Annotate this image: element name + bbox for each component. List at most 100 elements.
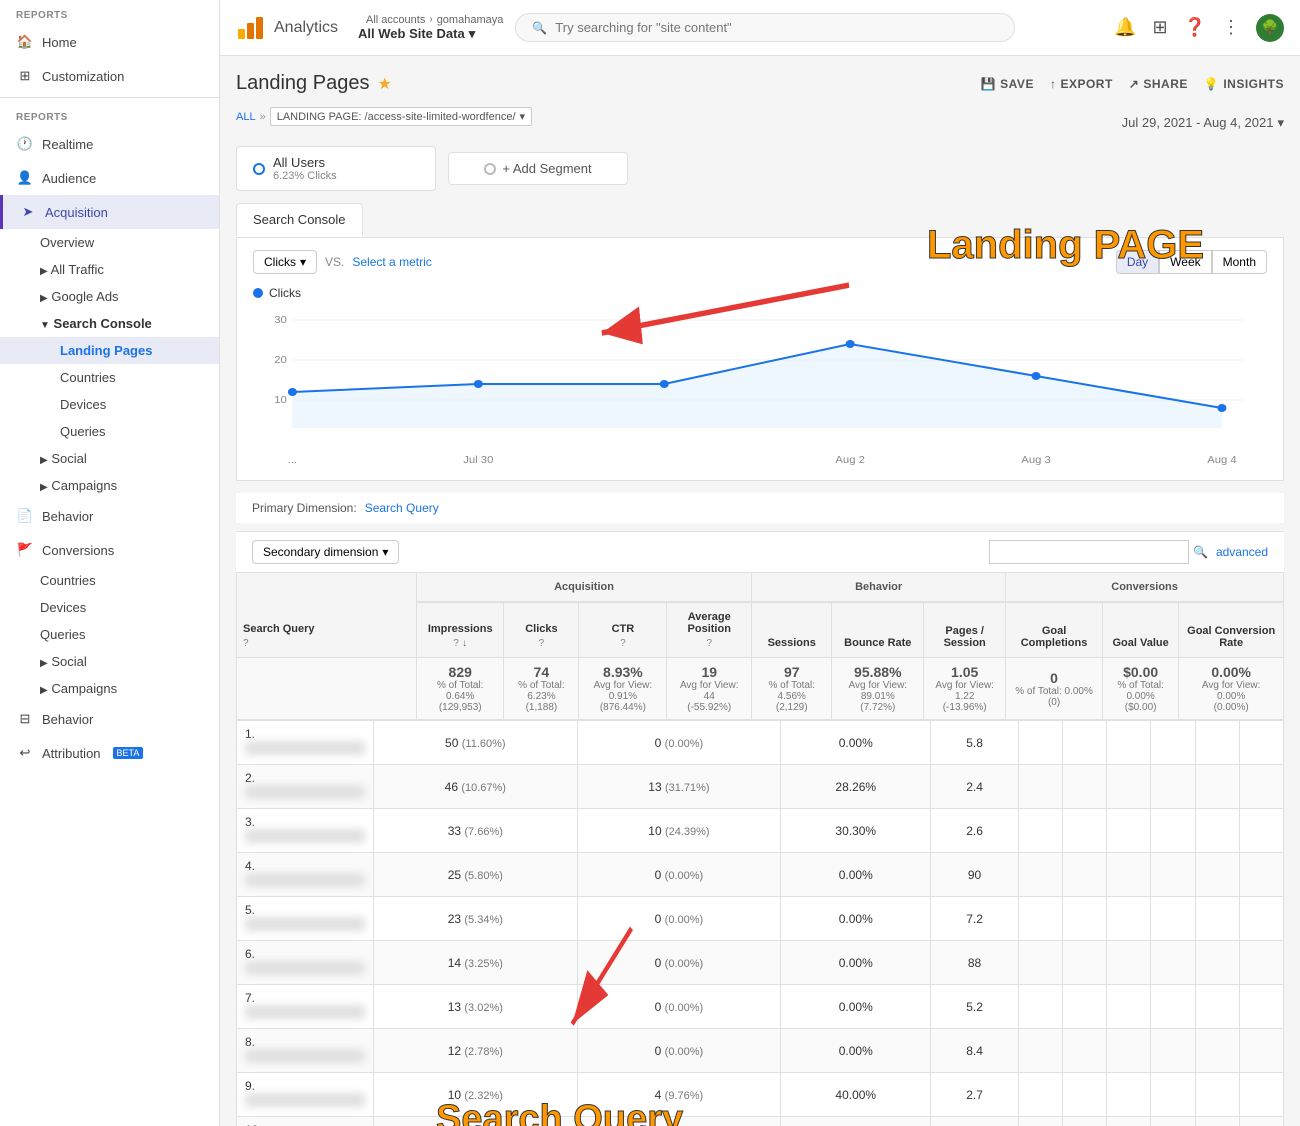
- sidebar-item-queries[interactable]: Queries: [0, 418, 219, 445]
- add-segment-dot: [484, 163, 496, 175]
- row-impressions: 25 (5.80%): [374, 853, 578, 897]
- blurred-query: [245, 785, 365, 799]
- sidebar-item-social[interactable]: ▶ Social: [0, 445, 219, 472]
- breadcrumb-page-path[interactable]: LANDING PAGE: /access-site-limited-wordf…: [270, 107, 532, 126]
- row-num: 6.: [237, 941, 374, 985]
- row-num: 8.: [237, 1029, 374, 1073]
- blurred-query: [245, 873, 365, 887]
- breadcrumb-all[interactable]: ALL: [236, 111, 256, 123]
- blurred-query: [245, 1049, 365, 1063]
- select-metric-link[interactable]: Select a metric: [352, 255, 431, 269]
- row-goal-completions: [1151, 853, 1195, 897]
- save-button[interactable]: 💾 SAVE: [981, 77, 1034, 91]
- sidebar-item-realtime[interactable]: 🕐 Realtime: [0, 127, 219, 161]
- blurred-query: [245, 1093, 365, 1107]
- breadcrumb-date-row: ALL » LANDING PAGE: /access-site-limited…: [236, 107, 1284, 138]
- breadcrumb-separator: »: [260, 111, 266, 123]
- sidebar-item-conv-social[interactable]: ▶ Social: [0, 648, 219, 675]
- row-clicks: 4 (9.76%): [577, 1117, 781, 1126]
- sidebar-item-conv-countries[interactable]: Countries: [0, 567, 219, 594]
- data-table: Search Query ? Acquisition Behavior Conv…: [236, 572, 1284, 720]
- row-impressions: 14 (3.25%): [374, 941, 578, 985]
- insights-icon: 💡: [1204, 77, 1219, 91]
- row-pages-session: [1107, 721, 1151, 765]
- help-icon[interactable]: ❓: [1184, 17, 1206, 38]
- page-actions: 💾 SAVE ↑ EXPORT ↗ SHARE 💡 INSIGHTS: [981, 77, 1284, 91]
- row-bounce-rate: [1063, 897, 1107, 941]
- data-rows-table: 1. 50 (11.60%) 0 (0.00%) 0.00% 5.8 2. 46…: [236, 720, 1284, 1126]
- sidebar-item-countries[interactable]: Countries: [0, 364, 219, 391]
- row-ctr: 0.00%: [781, 985, 931, 1029]
- pages-session-header: Pages / Session: [924, 602, 1006, 658]
- primary-dim-label: Primary Dimension:: [252, 501, 357, 515]
- row-ctr: 0.00%: [781, 853, 931, 897]
- row-goal-value: [1195, 1029, 1239, 1073]
- sidebar-item-landing-pages[interactable]: Landing Pages: [0, 337, 219, 364]
- sidebar-item-search-console[interactable]: ▼ Search Console: [0, 310, 219, 337]
- row-avg-position: 2.6: [931, 809, 1019, 853]
- row-goal-conv-rate: [1239, 765, 1283, 809]
- sidebar-item-all-traffic[interactable]: ▶ All Traffic: [0, 256, 219, 283]
- secondary-dimension-button[interactable]: Secondary dimension ▾: [252, 540, 399, 564]
- advanced-link[interactable]: advanced: [1216, 545, 1268, 559]
- all-users-segment[interactable]: All Users 6.23% Clicks: [236, 146, 436, 191]
- sidebar-item-google-ads[interactable]: ▶ Google Ads: [0, 283, 219, 310]
- date-range[interactable]: Jul 29, 2021 - Aug 4, 2021 ▾: [1122, 115, 1284, 131]
- month-button[interactable]: Month: [1212, 250, 1267, 274]
- sidebar-item-acquisition[interactable]: ➤ Acquisition: [0, 195, 219, 229]
- sidebar-item-audience[interactable]: 👤 Audience: [0, 161, 219, 195]
- export-button[interactable]: ↑ EXPORT: [1050, 77, 1113, 91]
- table-row: 9. 10 (2.32%) 4 (9.76%) 40.00% 2.7: [237, 1073, 1284, 1117]
- search-query-help-icon[interactable]: ?: [243, 638, 249, 649]
- primary-dim-value[interactable]: Search Query: [365, 501, 439, 515]
- row-impressions: 10 (2.32%): [374, 1073, 578, 1117]
- row-num: 5.: [237, 897, 374, 941]
- sidebar-item-overview[interactable]: Overview: [0, 229, 219, 256]
- sidebar-item-conv-devices[interactable]: Devices: [0, 594, 219, 621]
- row-goal-value: [1195, 765, 1239, 809]
- search-console-tab[interactable]: Search Console: [236, 203, 363, 237]
- account-selector[interactable]: All Web Site Data ▾: [358, 26, 503, 42]
- logo-area: Analytics: [236, 13, 338, 43]
- bell-icon[interactable]: 🔔: [1114, 17, 1136, 38]
- table-search-input[interactable]: [989, 540, 1189, 564]
- row-goal-completions: [1151, 1117, 1195, 1126]
- sidebar-item-conversions[interactable]: 🚩 Conversions: [0, 533, 219, 567]
- acquisition-group-header: Acquisition: [417, 573, 752, 603]
- breadcrumb: ALL » LANDING PAGE: /access-site-limited…: [236, 107, 532, 126]
- clicks-metric-button[interactable]: Clicks ▾: [253, 250, 317, 274]
- week-button[interactable]: Week: [1159, 250, 1211, 274]
- behavior2-icon: ⊟: [16, 710, 34, 728]
- impressions-sort-icon[interactable]: ↓: [462, 638, 467, 649]
- sidebar-item-conv-campaigns[interactable]: ▶ Campaigns: [0, 675, 219, 702]
- add-segment-button[interactable]: + Add Segment: [448, 152, 628, 185]
- sidebar-item-attribution[interactable]: ↩ Attribution BETA: [0, 736, 219, 770]
- table-search-icon[interactable]: 🔍: [1193, 545, 1208, 559]
- insights-button[interactable]: 💡 INSIGHTS: [1204, 77, 1284, 91]
- sidebar-item-behavior[interactable]: 📄 Behavior: [0, 499, 219, 533]
- row-avg-position: 2.7: [931, 1073, 1019, 1117]
- sidebar-item-devices[interactable]: Devices: [0, 391, 219, 418]
- sidebar-item-conv-queries[interactable]: Queries: [0, 621, 219, 648]
- row-ctr: 0.00%: [781, 941, 931, 985]
- sidebar-item-campaigns[interactable]: ▶ Campaigns: [0, 472, 219, 499]
- day-button[interactable]: Day: [1116, 250, 1159, 274]
- row-sessions: [1018, 1117, 1062, 1126]
- row-bounce-rate: [1063, 985, 1107, 1029]
- row-clicks: 0 (0.00%): [577, 1029, 781, 1073]
- search-query-header: Search Query ?: [237, 573, 417, 658]
- sidebar-item-behavior2[interactable]: ⊟ Behavior: [0, 702, 219, 736]
- search-input[interactable]: [555, 20, 998, 35]
- row-bounce-rate: [1063, 941, 1107, 985]
- row-sessions: [1018, 765, 1062, 809]
- sidebar-item-customization[interactable]: ⊞ Customization: [0, 59, 219, 93]
- beta-badge: BETA: [113, 747, 144, 759]
- more-icon[interactable]: ⋮: [1222, 17, 1240, 38]
- svg-text:10: 10: [274, 395, 287, 406]
- share-button[interactable]: ↗ SHARE: [1129, 77, 1188, 91]
- search-bar[interactable]: 🔍: [515, 13, 1015, 42]
- row-goal-value: [1195, 897, 1239, 941]
- sidebar-item-home[interactable]: 🏠 Home: [0, 25, 219, 59]
- grid-icon[interactable]: ⊞: [1152, 17, 1167, 38]
- user-avatar[interactable]: 🌳: [1256, 14, 1284, 42]
